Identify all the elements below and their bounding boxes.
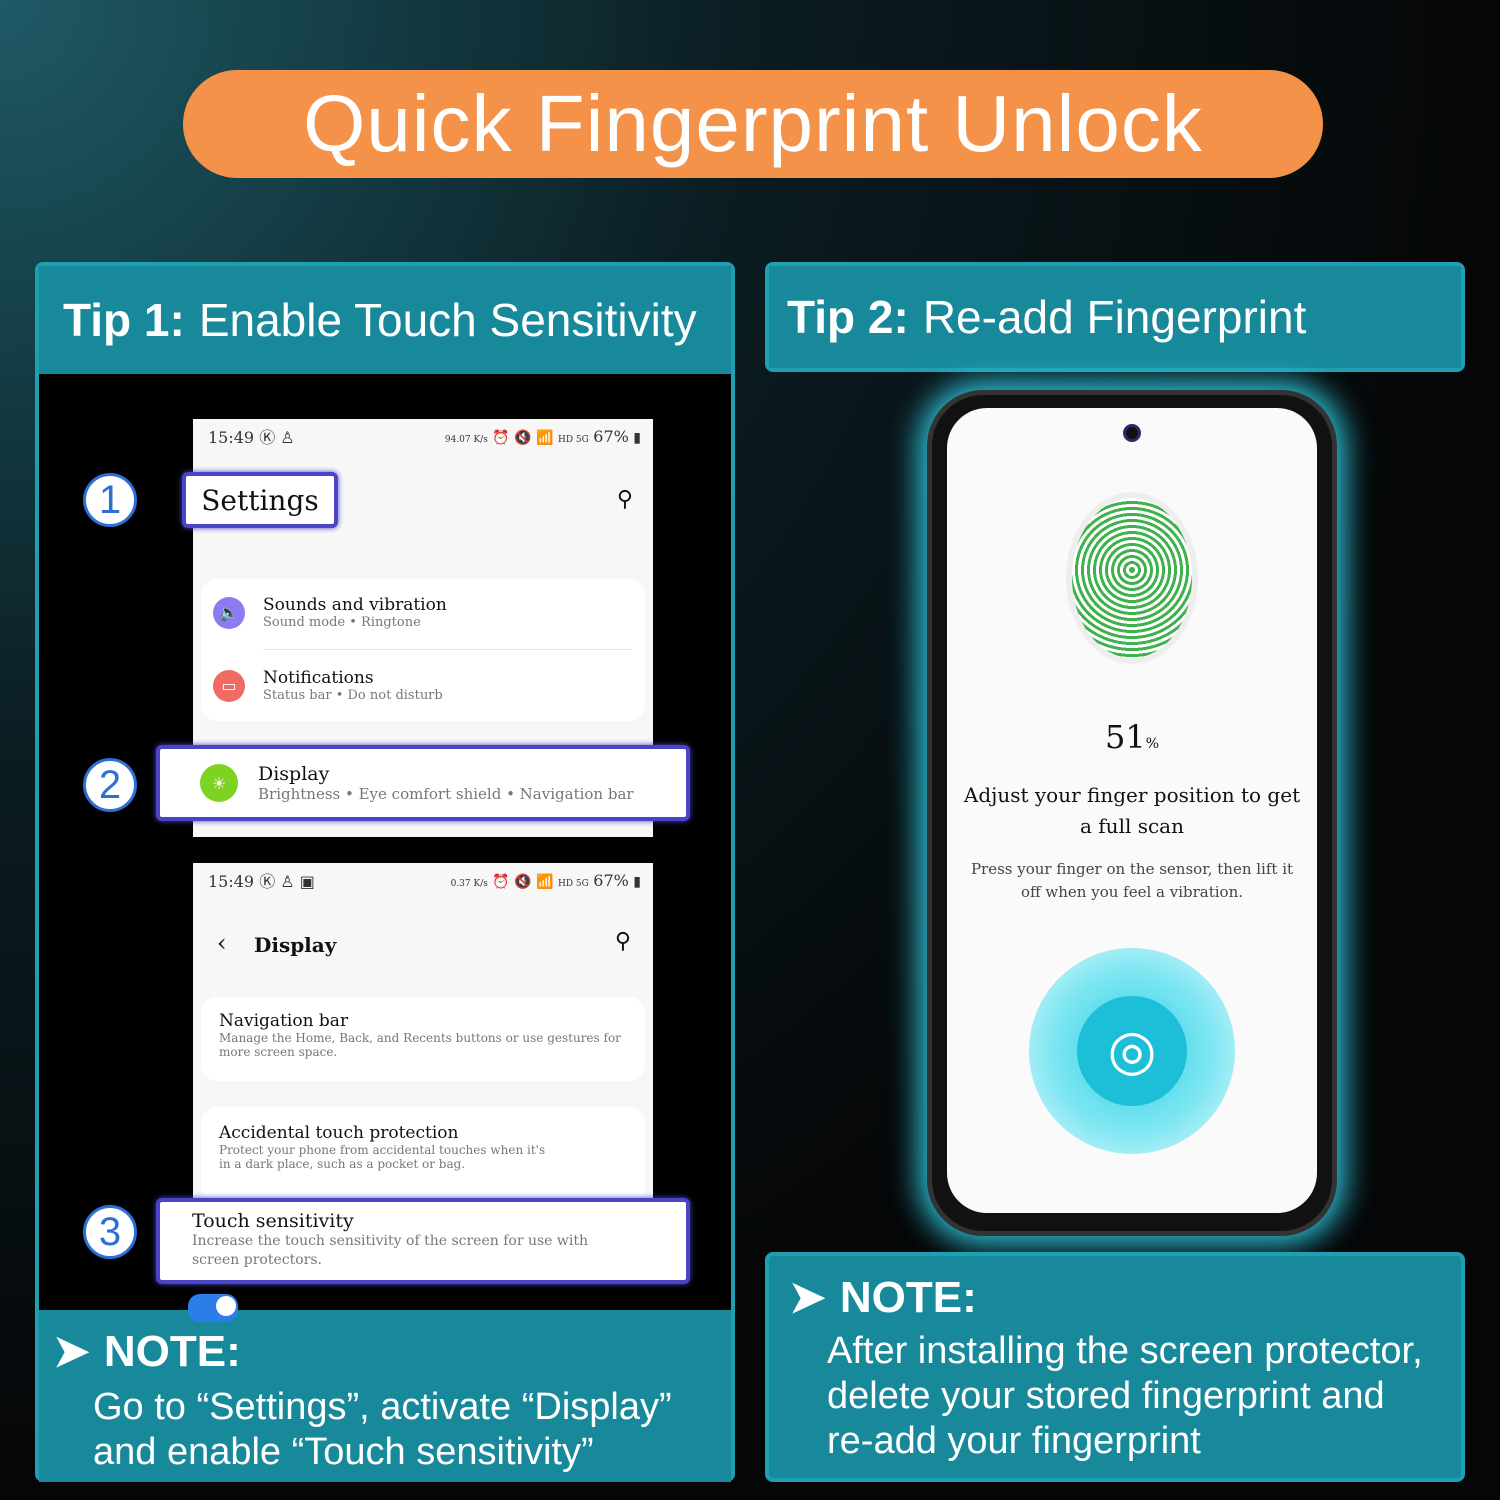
note-title: NOTE: [839,1272,977,1322]
chevron-right-icon: ➤ [789,1273,826,1322]
item-subtitle: Sound mode • Ringtone [263,615,421,630]
note-title: NOTE: [103,1326,241,1376]
status-time: 15:49 [208,428,255,447]
touch-sensitivity-toggle[interactable] [188,1294,238,1322]
item-subtitle: Protect your phone from accidental touch… [219,1143,546,1171]
scan-instruction: Press your finger on the sensor, then li… [970,860,1294,901]
item-subtitle: Status bar • Do not disturb [263,688,443,703]
tip1-title: Enable Touch Sensitivity [198,294,697,346]
status-time: 15:49 [208,872,255,891]
net-speed: 94.07 K/s [444,434,488,445]
tip1-note: ➤ NOTE: Go to “Settings”, activate “Displ… [39,1310,731,1482]
settings-title-highlight[interactable]: Settings [182,472,338,528]
tip2-note: ➤ NOTE: After installing the screen prote… [765,1252,1465,1482]
item-title: Accidental touch protection [219,1123,459,1143]
net-speed: 0.37 K/s [450,878,488,889]
battery: 67% [593,426,629,446]
page-title: Quick Fingerprint Unlock [183,70,1323,178]
scan-heading: Adjust your finger position to get a ful… [963,783,1301,838]
tip2-label: Tip 2: [787,291,909,343]
phone-screen: 51% Adjust your finger position to get a… [947,408,1317,1213]
setting-navigation-bar[interactable]: Navigation bar Manage the Home, Back, an… [201,997,645,1081]
display-page-title: Display [254,933,337,957]
item-title: Sounds and vibration [263,595,447,615]
settings-item-display[interactable]: ☀ Display Brightness • Eye comfort shield… [156,745,690,821]
network: HD 5G [557,434,589,445]
note-line: After installing the screen protector, [827,1330,1423,1372]
search-icon[interactable]: ⚲ [617,487,633,512]
tip2-header: Tip 2: Re-add Fingerprint [769,266,1461,368]
note-line: re-add your fingerprint [827,1420,1201,1462]
scan-progress: 51 [1104,718,1146,756]
fingerprint-sensor-icon[interactable]: ◎ [1077,996,1187,1106]
step-2-badge: 2 [83,758,137,812]
status-bar: 15:49 Ⓚ ♙ ▣ 0.37 K/s ⏰ 🔇 📶 HD 5G 67% ▮ [208,870,641,892]
camera-icon [1123,424,1141,442]
note-line: delete your stored fingerprint and [827,1375,1385,1417]
item-title: Navigation bar [219,1011,349,1031]
network: HD 5G [557,878,589,889]
fingerprint-progress-icon [1072,498,1192,658]
status-bar: 15:49 Ⓚ ♙ 94.07 K/s ⏰ 🔇 📶 HD 5G 67% ▮ [208,426,641,448]
item-subtitle: Increase the touch sensitivity of the sc… [192,1233,588,1268]
setting-touch-sensitivity[interactable]: Touch sensitivity Increase the touch sen… [156,1198,690,1322]
item-subtitle: Brightness • Eye comfort shield • Naviga… [258,785,634,803]
tip2-panel: Tip 2: Re-add Fingerprint [765,262,1465,372]
progress-unit: % [1145,736,1160,752]
note-line: Go to “Settings”, activate “Display” [93,1386,672,1428]
chevron-right-icon: ➤ [53,1327,90,1376]
speaker-icon: 🔈 [213,596,245,629]
tip1-header: Tip 1: Enable Touch Sensitivity [39,266,731,374]
note-line: and enable “Touch sensitivity” [93,1431,594,1473]
item-title: Display [258,763,330,785]
item-title: Touch sensitivity [192,1210,354,1232]
item-title: Notifications [263,668,374,688]
setting-accidental-touch[interactable]: Accidental touch protection Protect your… [193,1107,645,1225]
step-3-badge: 3 [83,1205,137,1259]
battery: 67% [593,870,629,890]
search-icon[interactable]: ⚲ [615,929,631,954]
item-subtitle: Manage the Home, Back, and Recents butto… [219,1031,621,1059]
phone: 51% Adjust your finger position to get a… [927,390,1337,1236]
notification-icon: ▭ [213,669,245,702]
tip2-title: Re-add Fingerprint [922,291,1307,343]
tip1-label: Tip 1: [63,294,185,346]
settings-item-sounds[interactable]: 🔈 Sounds and vibration Sound mode • Ringt… [213,595,447,630]
settings-item-notifications[interactable]: ▭ Notifications Status bar • Do not distu… [213,668,443,703]
display-screenshot: 15:49 Ⓚ ♙ ▣ 0.37 K/s ⏰ 🔇 📶 HD 5G 67% ▮ ‹… [193,863,653,1225]
back-icon[interactable]: ‹ [217,929,227,957]
sun-icon: ☀ [200,764,238,802]
step-1-badge: 1 [83,473,137,527]
